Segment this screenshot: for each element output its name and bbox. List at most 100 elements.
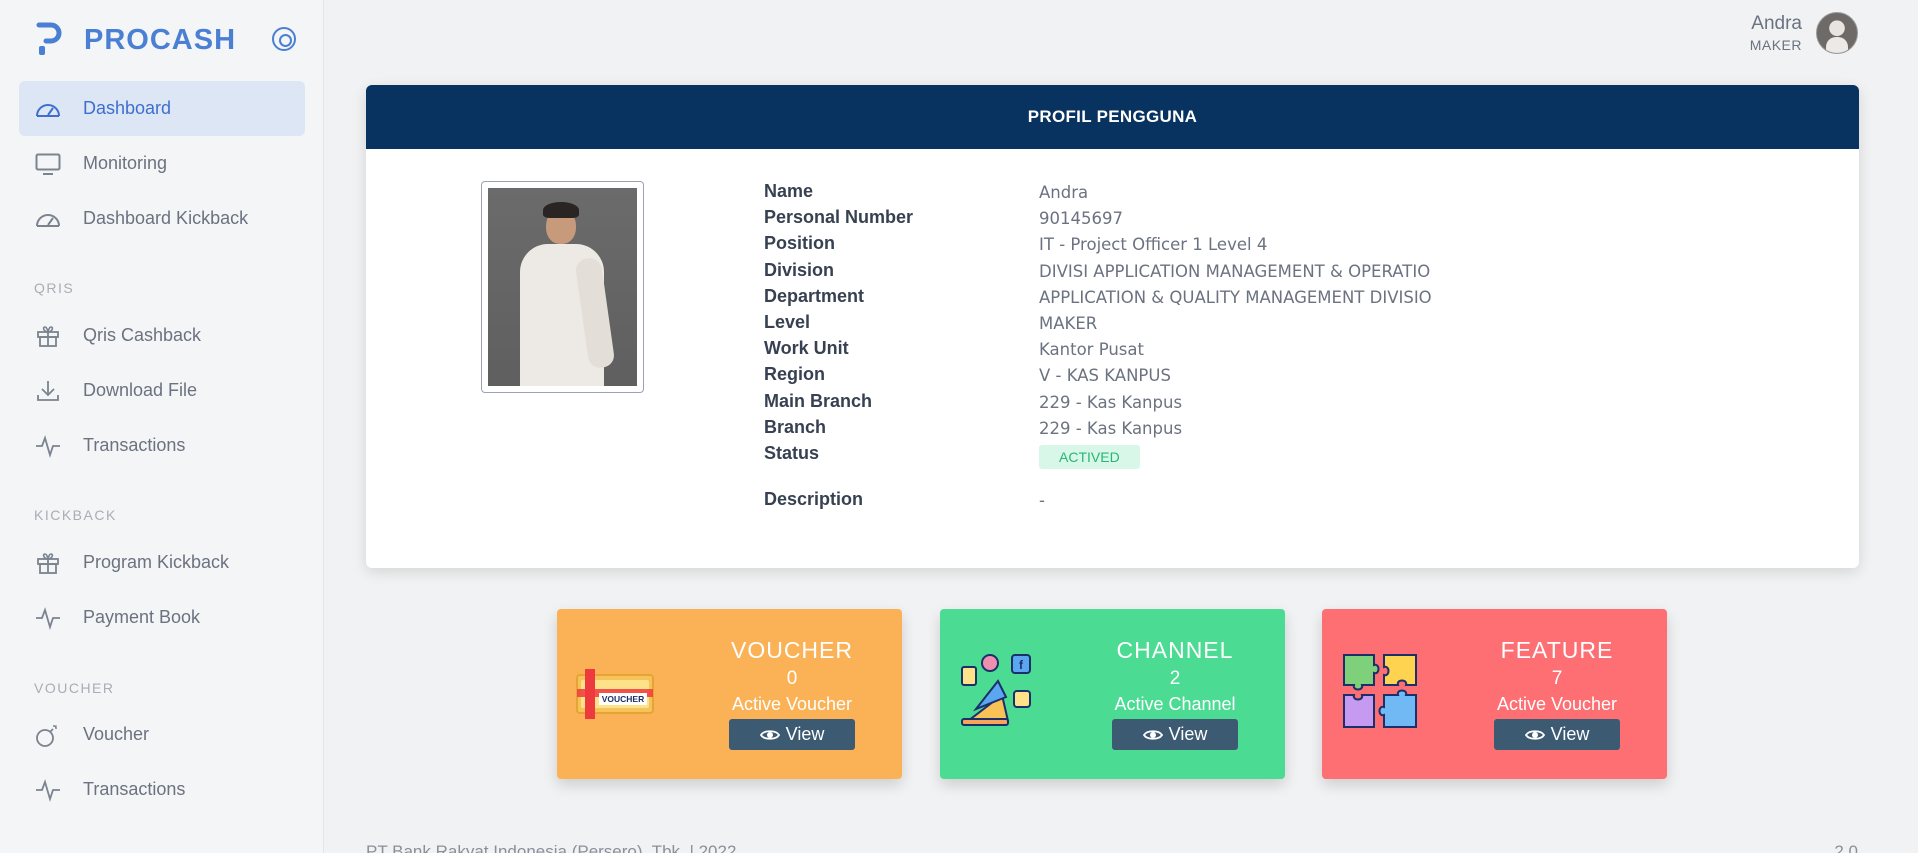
stat-text: VOUCHER 0 Active Voucher View xyxy=(707,637,877,750)
field-row-work-unit: Work Unit Kantor Pusat xyxy=(764,338,1432,364)
profile-photo xyxy=(481,181,644,393)
user-info: Andra MAKER xyxy=(1750,13,1802,53)
sidebar-item-dashboard-kickback[interactable]: Dashboard Kickback xyxy=(19,191,305,246)
sidebar-item-monitoring[interactable]: Monitoring xyxy=(19,136,305,191)
field-label: Personal Number xyxy=(764,207,914,228)
field-value: 229 - Kas Kanpus xyxy=(1039,392,1183,412)
stat-text: CHANNEL 2 Active Channel View xyxy=(1090,637,1260,750)
scrollbar-thumb[interactable] xyxy=(1906,0,1916,853)
field-value: IT - Project Officer 1 Level 4 xyxy=(1039,235,1268,255)
activity-icon xyxy=(35,777,61,803)
sidebar-item-label: Qris Cashback xyxy=(83,325,202,345)
sidebar-item-label: Voucher xyxy=(83,724,150,744)
field-row-department: Department APPLICATION & QUALITY MANAGEME… xyxy=(764,286,1432,312)
stat-card-channel: f CHANNEL 2 Active Channel View xyxy=(940,609,1285,779)
profile-fields: Name Andra Personal Number 90145697 Positi… xyxy=(764,181,1432,515)
section-label-voucher: VOUCHER xyxy=(34,680,115,696)
stat-subtitle: Active Channel xyxy=(1114,694,1236,714)
field-row-level: Level MAKER xyxy=(764,312,1432,338)
footer-version: 2.0 xyxy=(1834,842,1858,853)
section-label-kickback: KICKBACK xyxy=(34,507,117,523)
view-button-label: View xyxy=(1168,724,1208,744)
activity-icon xyxy=(35,433,61,459)
field-row-description: Description - xyxy=(764,489,1432,515)
field-row-status: Status ACTIVED xyxy=(764,443,1432,489)
field-row-name: Name Andra xyxy=(764,181,1432,207)
sidebar-item-download-file[interactable]: Download File xyxy=(19,363,305,418)
stat-subtitle: Active Voucher xyxy=(1496,694,1618,714)
bomb-icon xyxy=(35,722,61,748)
sidebar-item-qris-cashback[interactable]: Qris Cashback xyxy=(19,308,305,363)
sidebar-item-label: Dashboard Kickback xyxy=(83,208,249,228)
stat-count: 0 xyxy=(786,668,798,689)
user-menu[interactable]: Andra MAKER xyxy=(1750,12,1858,54)
eye-icon xyxy=(759,729,780,740)
sidebar-item-transactions[interactable]: Transactions xyxy=(19,418,305,473)
avatar[interactable] xyxy=(1816,12,1858,54)
stat-title: FEATURE xyxy=(1500,637,1614,663)
stat-card-feature: FEATURE 7 Active Voucher View xyxy=(1322,609,1667,779)
field-value: DIVISI APPLICATION MANAGEMENT & OPERATIO xyxy=(1039,261,1431,281)
profile-header: PROFIL PENGGUNA xyxy=(366,85,1859,149)
sidebar-item-label: Program Kickback xyxy=(83,552,230,572)
field-label: Position xyxy=(764,233,835,254)
sidebar-item-program-kickback[interactable]: Program Kickback xyxy=(19,535,305,590)
sidebar-item-label: Payment Book xyxy=(83,607,201,627)
speedometer-icon xyxy=(35,96,61,122)
field-value: 90145697 xyxy=(1039,209,1123,229)
field-row-position: Position IT - Project Officer 1 Level 4 xyxy=(764,233,1432,259)
view-feature-button[interactable]: View xyxy=(1494,719,1620,750)
field-row-personal-number: Personal Number 90145697 xyxy=(764,207,1432,233)
brand[interactable]: PROCASH xyxy=(36,20,236,60)
user-name: Andra xyxy=(1751,13,1802,34)
sidebar-item-voucher-transactions[interactable]: Transactions xyxy=(19,762,305,817)
profile-photo-image xyxy=(488,188,637,386)
field-value: APPLICATION & QUALITY MANAGEMENT DIVISIO xyxy=(1039,287,1432,307)
view-button-label: View xyxy=(785,724,825,744)
sidebar-item-label: Transactions xyxy=(83,435,186,455)
stat-title: VOUCHER xyxy=(730,637,853,663)
speedometer-icon xyxy=(35,206,61,232)
procash-logo-icon xyxy=(36,22,62,58)
status-badge: ACTIVED xyxy=(1039,444,1140,469)
sidebar-toggle-icon[interactable] xyxy=(272,27,296,51)
sidebar: PROCASH Dashboard Monitoring Dashboard K… xyxy=(0,0,324,853)
field-value: V - KAS KANPUS xyxy=(1039,366,1171,386)
field-value: MAKER xyxy=(1039,313,1098,333)
view-button-label: View xyxy=(1550,724,1590,744)
field-row-division: Division DIVISI APPLICATION MANAGEMENT & … xyxy=(764,260,1432,286)
user-role: MAKER xyxy=(1749,37,1802,53)
sidebar-item-label: Download File xyxy=(83,380,198,400)
stat-subtitle: Active Voucher xyxy=(731,694,853,714)
sidebar-item-payment-book[interactable]: Payment Book xyxy=(19,590,305,645)
stat-count: 2 xyxy=(1169,668,1181,689)
view-voucher-button[interactable]: View xyxy=(729,719,855,750)
footer-copyright: PT Bank Rakyat Indonesia (Persero), Tbk.… xyxy=(366,842,737,853)
megaphone-channel-icon: f xyxy=(958,651,1038,731)
scrollbar[interactable] xyxy=(1904,0,1918,853)
field-value: Kantor Pusat xyxy=(1039,340,1144,360)
field-label: Department xyxy=(764,285,865,306)
view-channel-button[interactable]: View xyxy=(1112,719,1238,750)
gift-icon xyxy=(35,323,61,349)
field-value: 229 - Kas Kanpus xyxy=(1039,418,1183,438)
sidebar-item-label: Monitoring xyxy=(83,153,168,173)
stat-title: CHANNEL xyxy=(1116,637,1234,663)
stat-text: FEATURE 7 Active Voucher View xyxy=(1472,637,1642,750)
field-row-main-branch: Main Branch 229 - Kas Kanpus xyxy=(764,391,1432,417)
monitor-icon xyxy=(35,151,61,177)
stat-card-voucher: VOUCHER VOUCHER 0 Active Voucher View xyxy=(557,609,902,779)
gift-icon xyxy=(35,550,61,576)
field-label: Name xyxy=(764,181,814,201)
field-label: Division xyxy=(764,259,835,280)
field-label: Main Branch xyxy=(764,390,873,411)
sidebar-item-label: Transactions xyxy=(83,779,186,799)
field-label: Description xyxy=(764,488,864,509)
field-label: Work Unit xyxy=(764,338,849,359)
activity-icon xyxy=(35,605,61,631)
eye-icon xyxy=(1524,729,1545,740)
puzzle-icon xyxy=(1340,651,1420,731)
sidebar-item-dashboard[interactable]: Dashboard xyxy=(19,81,305,136)
field-label: Branch xyxy=(764,416,827,437)
sidebar-item-voucher[interactable]: Voucher xyxy=(19,707,305,762)
